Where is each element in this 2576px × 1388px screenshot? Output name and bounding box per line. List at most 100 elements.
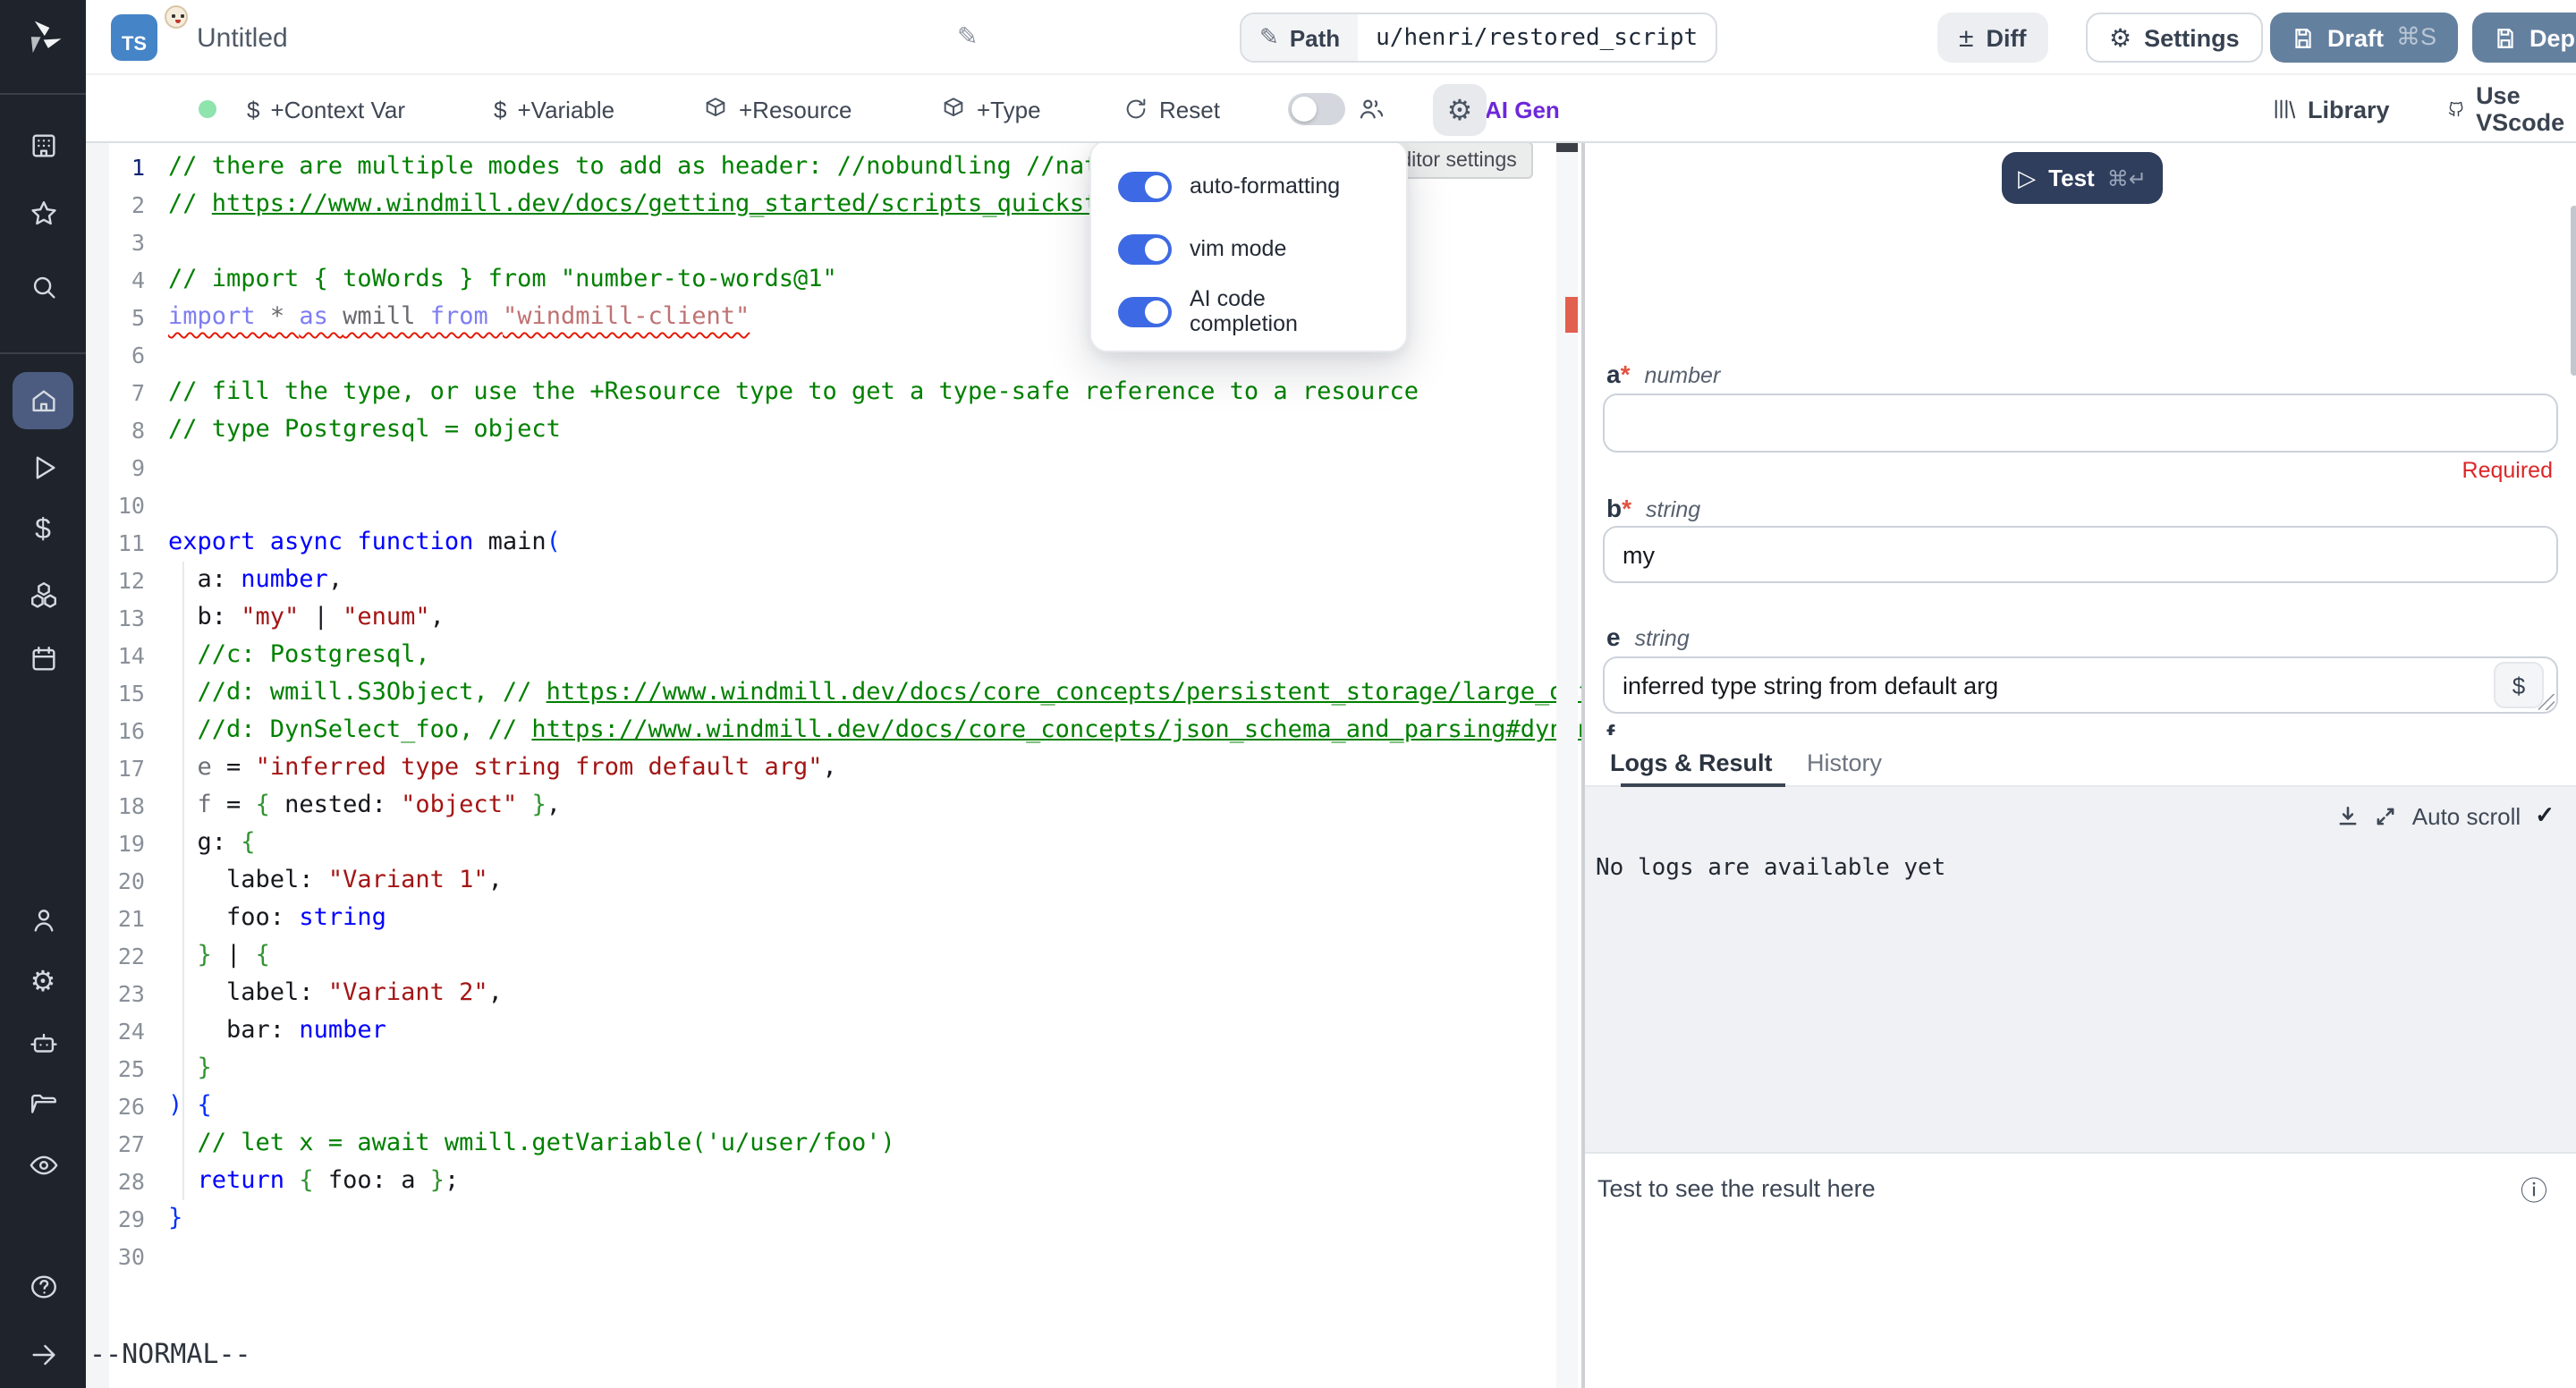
code-line[interactable]: 28 return { foo: a };: [86, 1163, 1581, 1200]
gear-icon: ⚙: [1447, 92, 1473, 128]
user-icon[interactable]: [0, 896, 86, 943]
line-number: 26: [86, 1088, 145, 1125]
line-number: 15: [86, 674, 145, 712]
tab-logs-result[interactable]: Logs & Result: [1610, 737, 1773, 787]
code-line[interactable]: 20 label: "Variant 1",: [86, 862, 1581, 900]
code-line[interactable]: 9: [86, 449, 1581, 487]
code-line[interactable]: 8// type Postgresql = object: [86, 411, 1581, 449]
field-e-input[interactable]: [1603, 656, 2558, 714]
code-line[interactable]: 11export async function main(: [86, 524, 1581, 562]
windmill-logo[interactable]: [0, 14, 86, 61]
code-line[interactable]: 22 } | {: [86, 937, 1581, 975]
code-line[interactable]: 30: [86, 1238, 1581, 1275]
line-number: 6: [86, 336, 145, 374]
code-line[interactable]: 29}: [86, 1200, 1581, 1238]
code-line[interactable]: 17 e = "inferred type string from defaul…: [86, 749, 1581, 787]
resources-cubes-icon[interactable]: [0, 571, 86, 617]
home-icon[interactable]: [0, 377, 86, 424]
diff-button[interactable]: ± Diff: [1937, 13, 2047, 63]
ai-code-completion-toggle[interactable]: [1118, 296, 1172, 326]
code-line[interactable]: 25 }: [86, 1050, 1581, 1088]
diff-label: Diff: [1986, 24, 2026, 51]
play-icon: ▷: [2018, 164, 2036, 192]
settings-button[interactable]: ⚙ Settings: [2086, 13, 2263, 63]
reset-button[interactable]: Reset: [1123, 75, 1220, 143]
runs-play-icon[interactable]: [0, 444, 86, 490]
line-number: 4: [86, 261, 145, 299]
download-icon[interactable]: [2337, 804, 2360, 827]
code-line[interactable]: 23 label: "Variant 2",: [86, 975, 1581, 1012]
settings-gear-icon[interactable]: ⚙: [0, 959, 86, 1005]
test-button[interactable]: ▷ Test ⌘↵: [2002, 152, 2163, 204]
add-variable-button[interactable]: $+Variable: [494, 75, 614, 143]
info-icon[interactable]: ⓘ: [2521, 1172, 2547, 1209]
reset-label: Reset: [1159, 96, 1220, 123]
auto-formatting-toggle[interactable]: [1118, 171, 1172, 201]
schedules-calendar-icon[interactable]: [0, 635, 86, 681]
line-number: 30: [86, 1238, 145, 1275]
search-icon[interactable]: [0, 263, 86, 309]
help-icon[interactable]: [0, 1263, 86, 1309]
topbar: TS Untitled ✎ ✎ Path u/henri/restored_sc…: [86, 0, 2576, 75]
editor-settings-gear-button[interactable]: ⚙: [1433, 84, 1487, 136]
line-number: 1: [86, 148, 145, 186]
code-line[interactable]: 24 bar: number: [86, 1012, 1581, 1050]
code-line[interactable]: 13 b: "my" | "enum",: [86, 599, 1581, 637]
edit-summary-pencil-icon[interactable]: ✎: [957, 21, 978, 52]
code-line[interactable]: 27 // let x = await wmill.getVariable('u…: [86, 1125, 1581, 1163]
variables-dollar-icon[interactable]: $: [0, 508, 86, 554]
code-line[interactable]: 26) {: [86, 1088, 1581, 1125]
field-a-input[interactable]: [1603, 394, 2558, 453]
code-line[interactable]: 16 //d: DynSelect_foo, // https://www.wi…: [86, 712, 1581, 749]
code-line[interactable]: 21 foo: string: [86, 900, 1581, 937]
test-label: Test: [2048, 165, 2095, 191]
code-line[interactable]: 12 a: number,: [86, 562, 1581, 599]
panel-scrollbar-thumb[interactable]: [2571, 206, 2576, 376]
audit-eye-icon[interactable]: [0, 1141, 86, 1188]
expand-arrow-icon[interactable]: [0, 1331, 86, 1377]
sidebar: $ ⚙: [0, 0, 86, 1388]
use-vscode-button[interactable]: Use VScode: [2447, 75, 2576, 143]
code-line[interactable]: 19 g: {: [86, 825, 1581, 862]
line-number: 8: [86, 411, 145, 449]
logs-controls: Auto scroll ✓: [2337, 801, 2555, 830]
code-line[interactable]: 15 //d: wmill.S3Object, // https://www.w…: [86, 674, 1581, 712]
code-line[interactable]: 18 f = { nested: "object" },: [86, 787, 1581, 825]
field-b-input[interactable]: [1603, 526, 2558, 583]
favorites-star-icon[interactable]: [0, 190, 86, 236]
toggle-off-switch[interactable]: [1288, 93, 1345, 125]
autoscroll-label[interactable]: Auto scroll: [2412, 802, 2521, 829]
library-button[interactable]: Library: [2272, 75, 2390, 143]
line-number: 5: [86, 299, 145, 336]
multiplayer-toggle[interactable]: [1288, 75, 1385, 143]
workers-robot-icon[interactable]: [0, 1020, 86, 1066]
path-field[interactable]: ✎ Path u/henri/restored_script: [1240, 13, 1717, 63]
code-line[interactable]: 10: [86, 487, 1581, 524]
add-resource-button[interactable]: +Resource: [703, 75, 852, 143]
ai-code-completion-row: AI code completion: [1118, 290, 1379, 333]
package-icon: [703, 97, 728, 122]
deploy-button[interactable]: Deploy: [2472, 13, 2576, 63]
line-number: 21: [86, 900, 145, 937]
library-icon: [2272, 97, 2297, 122]
type-label: +Type: [977, 96, 1041, 123]
add-context-var-button[interactable]: $+Context Var: [247, 75, 405, 143]
ai-code-completion-label: AI code completion: [1190, 286, 1379, 336]
draft-button[interactable]: Draft ⌘S: [2270, 13, 2458, 63]
editor-scrollbar-thumb[interactable]: [1556, 143, 1578, 152]
vim-mode-toggle[interactable]: [1118, 233, 1172, 264]
path-value[interactable]: u/henri/restored_script: [1358, 14, 1716, 61]
auto-formatting-row: auto-formatting: [1118, 165, 1379, 207]
folders-icon[interactable]: [0, 1080, 86, 1127]
check-icon[interactable]: ✓: [2535, 801, 2555, 830]
expand-icon[interactable]: [2375, 804, 2398, 827]
resize-handle[interactable]: [2538, 694, 2555, 710]
tab-history[interactable]: History: [1807, 737, 1882, 787]
workspace-icon[interactable]: [0, 122, 86, 168]
sidebar-divider: [0, 352, 86, 354]
add-type-button[interactable]: +Type: [941, 75, 1041, 143]
code-line[interactable]: 7// fill the type, or use the +Resource …: [86, 374, 1581, 411]
script-title[interactable]: Untitled: [197, 23, 288, 54]
code-line[interactable]: 14 //c: Postgresql,: [86, 637, 1581, 674]
variable-picker-button[interactable]: $: [2494, 662, 2544, 708]
